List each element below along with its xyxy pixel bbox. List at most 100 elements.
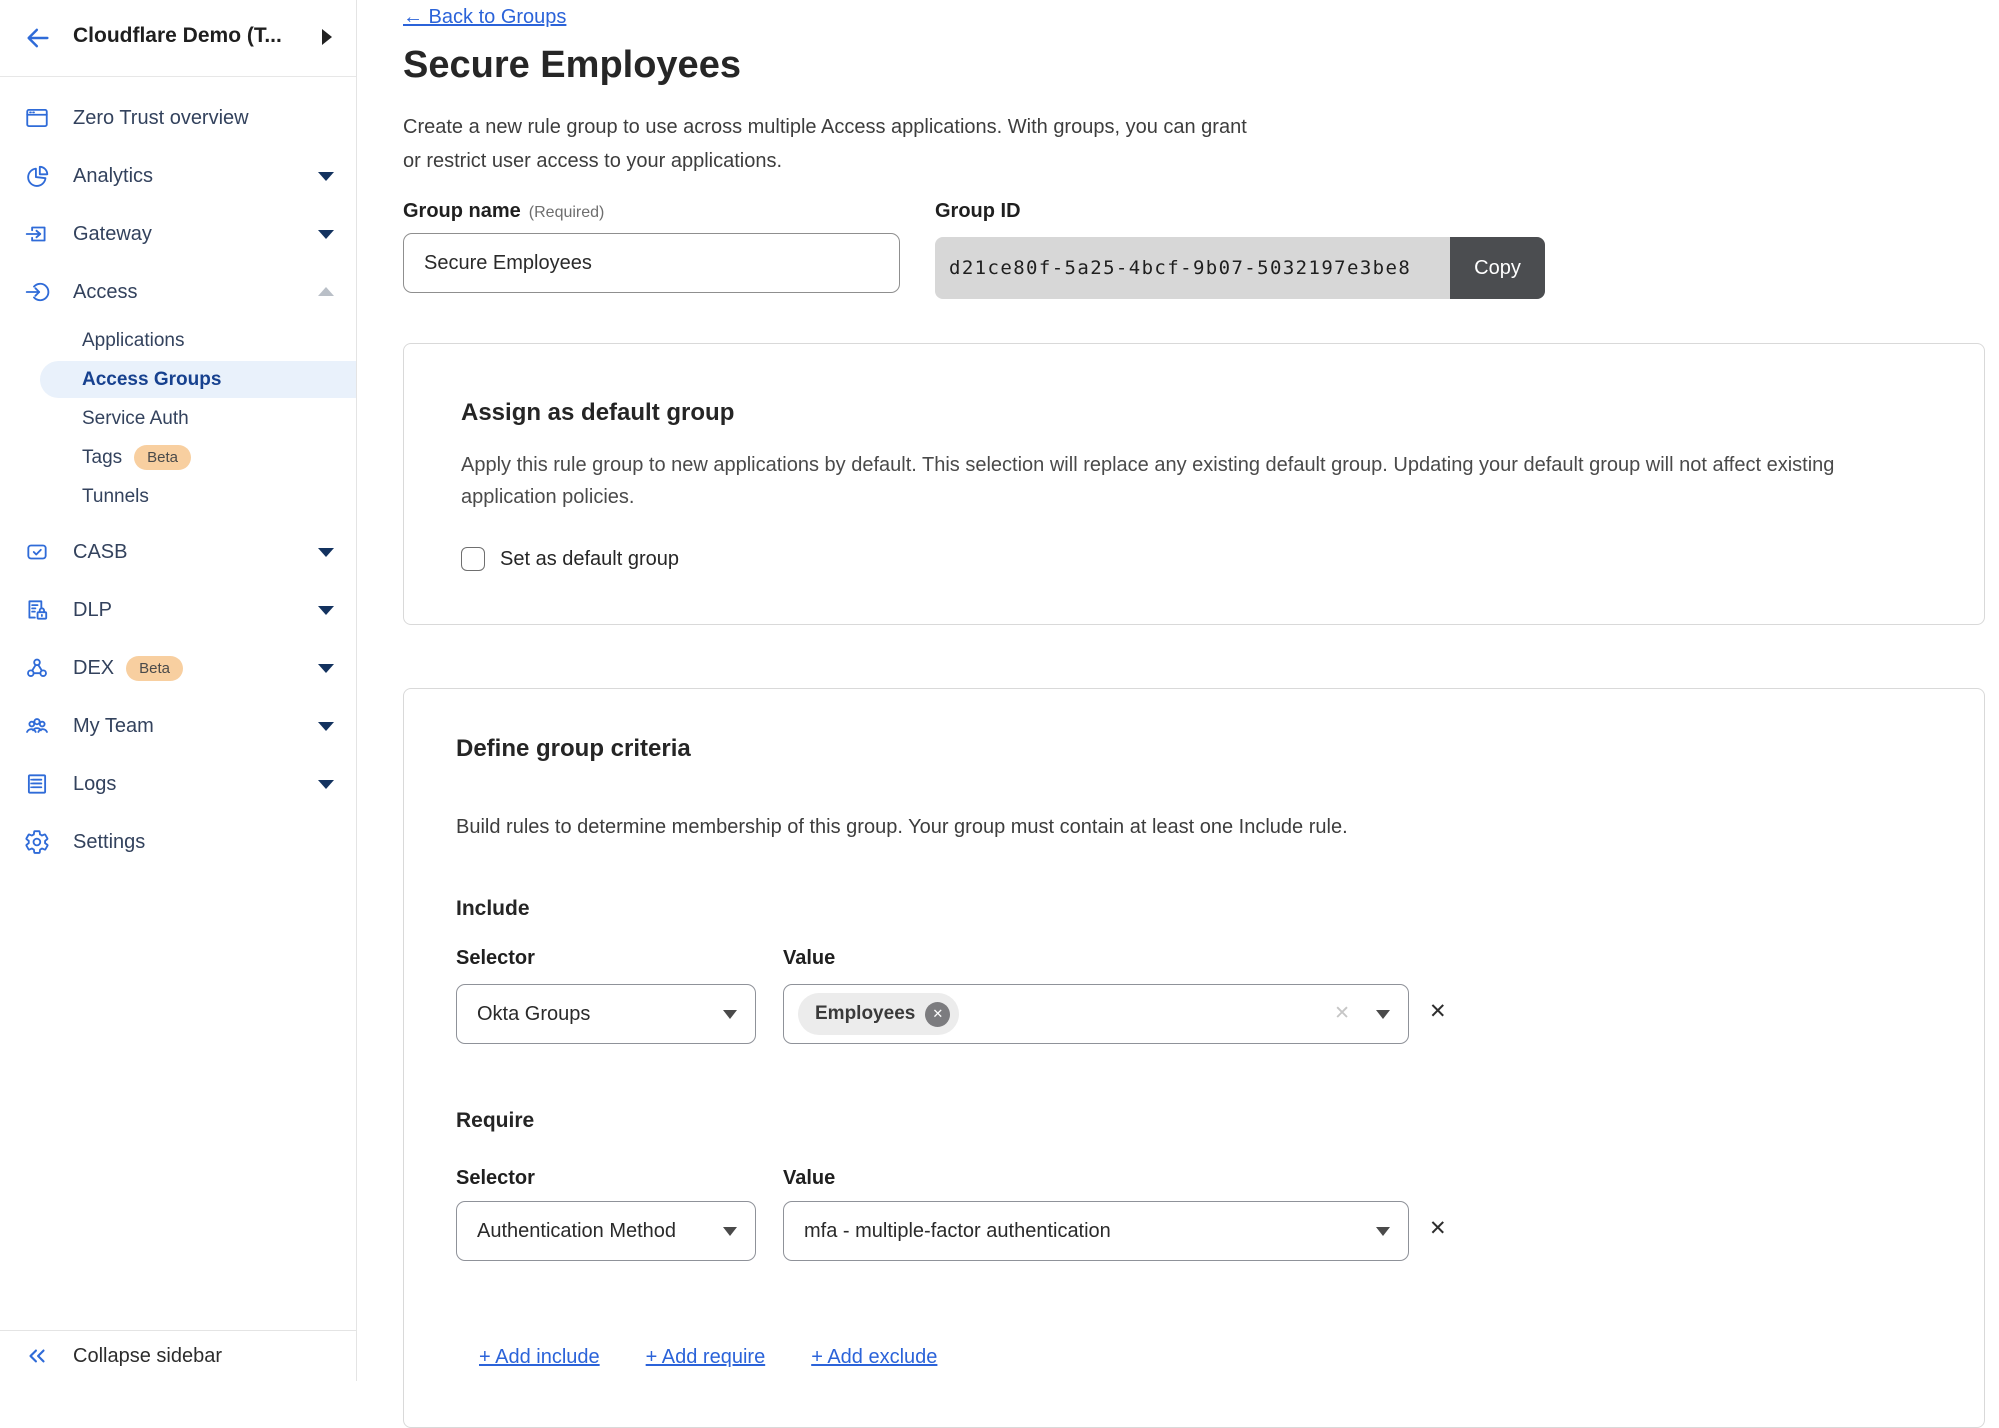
sidebar-item-logs[interactable]: Logs bbox=[0, 755, 356, 813]
sidebar-item-access-groups[interactable]: Access Groups bbox=[0, 360, 356, 399]
sidebar-item-label: DEX bbox=[73, 657, 114, 680]
people-icon bbox=[24, 713, 50, 739]
sidebar-item-applications[interactable]: Applications bbox=[0, 321, 356, 360]
chevron-down-icon bbox=[318, 606, 334, 615]
sidebar-item-service-auth[interactable]: Service Auth bbox=[0, 399, 356, 438]
include-heading: Include bbox=[456, 897, 530, 921]
login-arrow-icon bbox=[24, 279, 50, 305]
sidebar-nav: Zero Trust overview Analytics Gateway Ac… bbox=[0, 77, 356, 871]
clear-values-icon[interactable]: ✕ bbox=[1334, 1004, 1350, 1024]
account-name: Cloudflare Demo (T... bbox=[73, 24, 282, 48]
group-id-label: Group ID bbox=[935, 200, 1021, 223]
default-group-card: Assign as default group Apply this rule … bbox=[403, 343, 1985, 625]
criteria-card: Define group criteria Build rules to det… bbox=[403, 688, 1985, 1428]
chevron-down-icon bbox=[318, 722, 334, 731]
required-hint: (Required) bbox=[529, 204, 605, 221]
group-name-input[interactable] bbox=[403, 233, 900, 293]
add-include-link[interactable]: + Add include bbox=[479, 1346, 600, 1369]
add-exclude-link[interactable]: + Add exclude bbox=[811, 1346, 937, 1369]
sidebar-item-label: DLP bbox=[73, 599, 112, 622]
doc-lock-icon bbox=[24, 597, 50, 623]
back-to-groups-link[interactable]: ← Back to Groups bbox=[403, 6, 566, 29]
sidebar-item-label: Zero Trust overview bbox=[73, 107, 249, 130]
sidebar-item-tunnels[interactable]: Tunnels bbox=[0, 477, 356, 516]
add-rule-links: + Add include + Add require + Add exclud… bbox=[479, 1346, 937, 1369]
chevron-right-icon[interactable] bbox=[322, 29, 332, 45]
add-require-link[interactable]: + Add require bbox=[646, 1346, 766, 1369]
copy-button[interactable]: Copy bbox=[1450, 237, 1545, 299]
remove-require-row-button[interactable]: ✕ bbox=[1429, 1216, 1447, 1241]
group-id-value: d21ce80f-5a25-4bcf-9b07-5032197e3be8 bbox=[935, 237, 1450, 299]
set-default-checkbox-label: Set as default group bbox=[500, 548, 679, 571]
chevron-down-icon bbox=[318, 780, 334, 789]
sidebar-item-label: Analytics bbox=[73, 165, 153, 188]
sidebar-item-zero-trust-overview[interactable]: Zero Trust overview bbox=[0, 89, 356, 147]
page-description: Create a new rule group to use across mu… bbox=[403, 110, 1247, 178]
chevron-down-icon bbox=[318, 230, 334, 239]
chevron-down-icon bbox=[318, 172, 334, 181]
criteria-heading: Define group criteria bbox=[456, 735, 691, 763]
chevron-down-icon bbox=[318, 664, 334, 673]
default-group-description-line1: Apply this rule group to new application… bbox=[461, 449, 1834, 481]
sidebar-item-label: Tags bbox=[82, 447, 122, 469]
require-heading: Require bbox=[456, 1109, 534, 1133]
sidebar-item-analytics[interactable]: Analytics bbox=[0, 147, 356, 205]
group-name-label-text: Group name bbox=[403, 200, 521, 222]
default-group-description: Apply this rule group to new application… bbox=[461, 449, 1834, 513]
sidebar-item-label: Applications bbox=[82, 330, 184, 352]
sidebar: Cloudflare Demo (T... Zero Trust overvie… bbox=[0, 0, 357, 1381]
include-value-multiselect[interactable]: Employees ✕ ✕ bbox=[783, 984, 1409, 1044]
sidebar-item-settings[interactable]: Settings bbox=[0, 813, 356, 871]
remove-include-row-button[interactable]: ✕ bbox=[1429, 999, 1447, 1024]
sidebar-item-gateway[interactable]: Gateway bbox=[0, 205, 356, 263]
require-selector-label: Selector bbox=[456, 1167, 535, 1190]
sidebar-item-access[interactable]: Access bbox=[0, 263, 356, 321]
arrow-left-icon[interactable] bbox=[24, 24, 52, 52]
sidebar-item-label: Access Groups bbox=[82, 369, 221, 391]
sidebar-item-label: Tunnels bbox=[82, 486, 149, 508]
sidebar-item-dex[interactable]: DEX Beta bbox=[0, 639, 356, 697]
chevron-down-icon bbox=[318, 548, 334, 557]
pie-chart-icon bbox=[24, 163, 50, 189]
gateway-icon bbox=[24, 221, 50, 247]
chevrons-left-icon bbox=[24, 1343, 50, 1369]
chevron-down-icon bbox=[723, 1010, 737, 1019]
sidebar-item-label: CASB bbox=[73, 541, 127, 564]
sidebar-item-dlp[interactable]: DLP bbox=[0, 581, 356, 639]
sidebar-item-label: Access bbox=[73, 281, 137, 304]
sidebar-item-my-team[interactable]: My Team bbox=[0, 697, 356, 755]
main-content: ← Back to Groups Secure Employees Create… bbox=[357, 0, 1999, 1381]
collapse-sidebar-button[interactable]: Collapse sidebar bbox=[0, 1330, 356, 1381]
gear-icon bbox=[24, 829, 50, 855]
chevron-up-icon bbox=[318, 287, 334, 296]
set-default-checkbox[interactable] bbox=[461, 547, 485, 571]
sidebar-item-label: Service Auth bbox=[82, 408, 189, 430]
default-group-checkbox-row: Set as default group bbox=[461, 547, 679, 571]
sidebar-item-casb[interactable]: CASB bbox=[0, 523, 356, 581]
page-description-line1: Create a new rule group to use across mu… bbox=[403, 110, 1247, 144]
employees-tag-label: Employees bbox=[815, 1003, 915, 1025]
include-selector-label: Selector bbox=[456, 947, 535, 970]
page-title: Secure Employees bbox=[403, 44, 741, 87]
chevron-down-icon bbox=[1376, 1227, 1390, 1236]
window-icon bbox=[24, 105, 50, 131]
default-group-heading: Assign as default group bbox=[461, 399, 734, 427]
criteria-description: Build rules to determine membership of t… bbox=[456, 811, 1348, 843]
beta-badge: Beta bbox=[126, 656, 183, 681]
sidebar-item-label: Settings bbox=[73, 831, 145, 854]
page-description-line2: or restrict user access to your applicat… bbox=[403, 144, 1247, 178]
default-group-description-line2: application policies. bbox=[461, 481, 1834, 513]
remove-tag-icon[interactable]: ✕ bbox=[925, 1002, 950, 1027]
sidebar-item-tags[interactable]: Tags Beta bbox=[0, 438, 356, 477]
require-value-label: Value bbox=[783, 1167, 835, 1190]
sidebar-item-label: My Team bbox=[73, 715, 154, 738]
require-selector-dropdown[interactable]: Authentication Method bbox=[456, 1201, 756, 1261]
list-doc-icon bbox=[24, 771, 50, 797]
collapse-sidebar-label: Collapse sidebar bbox=[73, 1345, 222, 1368]
require-value-dropdown[interactable]: mfa - multiple-factor authentication bbox=[783, 1201, 1409, 1261]
include-selector-value: Okta Groups bbox=[477, 1003, 590, 1026]
beta-badge: Beta bbox=[134, 445, 191, 470]
chevron-down-icon bbox=[723, 1227, 737, 1236]
include-selector-dropdown[interactable]: Okta Groups bbox=[456, 984, 756, 1044]
chevron-down-icon bbox=[1376, 1010, 1390, 1019]
